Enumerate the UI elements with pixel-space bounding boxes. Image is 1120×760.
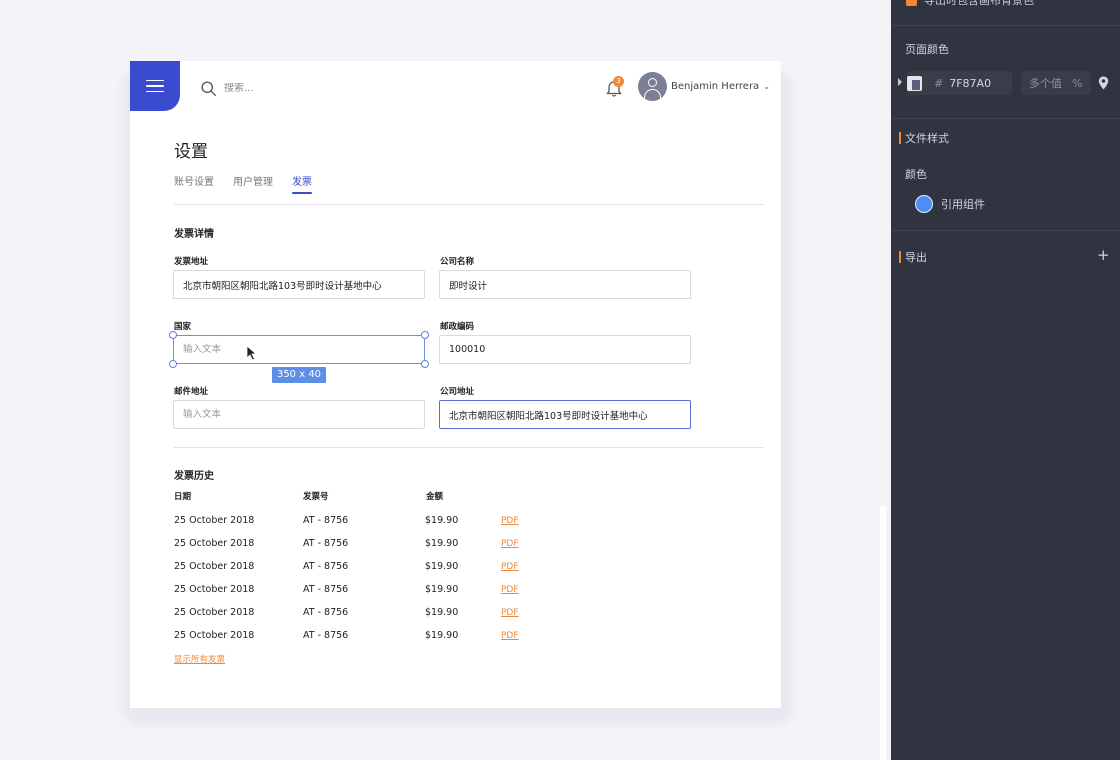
invoice-date: 25 October 2018 <box>174 630 255 641</box>
settings-tabs: 账号设置 用户管理 发票 <box>174 173 312 194</box>
column-header-invoice-number: 发票号 <box>303 492 329 502</box>
section-divider <box>174 447 764 448</box>
panel-divider <box>891 230 1120 231</box>
hex-prefix: # <box>934 76 944 90</box>
reference-component-label[interactable]: 引用组件 <box>941 196 985 212</box>
invoice-number: AT - 8756 <box>303 607 349 618</box>
invoice-address-field[interactable] <box>173 270 425 299</box>
export-background-label: 导出时包含画布背景色 <box>924 0 1034 7</box>
country-field[interactable] <box>173 335 425 364</box>
invoice-number: AT - 8756 <box>303 584 349 595</box>
opacity-value: 多个值 <box>1029 77 1062 90</box>
postal-code-label: 邮政编码 <box>440 322 475 332</box>
company-address-field[interactable] <box>439 400 691 429</box>
add-export-button[interactable]: + <box>1097 246 1110 264</box>
invoice-amount: $19.90 <box>425 538 459 549</box>
notifications-button[interactable]: 3 <box>604 76 624 99</box>
tab-user-management[interactable]: 用户管理 <box>233 173 273 188</box>
pdf-link[interactable]: PDF <box>501 516 519 526</box>
invoice-date: 25 October 2018 <box>174 584 255 595</box>
selection-size-tag: 350 x 40 <box>272 367 326 383</box>
settings-page-frame: 3 Benjamin Herrera ⌄ 设置 账号设置 用户管理 发票 发票详… <box>130 61 781 708</box>
resize-handle-bottom-right[interactable] <box>421 360 429 368</box>
search-icon <box>201 81 216 96</box>
resize-handle-bottom-left[interactable] <box>169 360 177 368</box>
pdf-link[interactable]: PDF <box>501 585 519 595</box>
invoice-history-title: 发票历史 <box>174 471 214 482</box>
invoice-number: AT - 8756 <box>303 630 349 641</box>
mouse-pointer-icon <box>246 345 258 361</box>
search-input[interactable] <box>224 83 344 94</box>
column-header-date: 日期 <box>174 492 192 502</box>
user-name: Benjamin Herrera <box>671 81 760 92</box>
design-properties-panel: 导出时包含画布背景色 页面颜色 # 7F87A0 多个值 % 文件样式 颜色 引… <box>891 0 1120 760</box>
tab-invoices[interactable]: 发票 <box>292 173 312 194</box>
export-background-option[interactable]: 导出时包含画布背景色 <box>906 0 1034 8</box>
section-marker <box>899 132 901 144</box>
search-bar[interactable] <box>200 80 344 97</box>
pdf-link[interactable]: PDF <box>501 608 519 618</box>
tabs-divider <box>174 204 764 205</box>
invoice-date: 25 October 2018 <box>174 538 255 549</box>
tab-account-settings[interactable]: 账号设置 <box>174 173 214 188</box>
panel-divider <box>891 25 1120 26</box>
notification-count-badge: 3 <box>613 76 624 87</box>
invoice-address-label: 发票地址 <box>174 257 209 267</box>
invoice-amount: $19.90 <box>425 561 459 572</box>
email-address-field[interactable] <box>173 400 425 429</box>
doc-style-heading: 文件样式 <box>905 132 949 145</box>
invoice-number: AT - 8756 <box>303 515 349 526</box>
pdf-link[interactable]: PDF <box>501 631 519 641</box>
invoice-number: AT - 8756 <box>303 538 349 549</box>
export-heading: 导出 <box>905 251 927 264</box>
country-label: 国家 <box>174 322 192 332</box>
pdf-link[interactable]: PDF <box>501 539 519 549</box>
checkbox-icon <box>906 0 917 6</box>
company-name-field[interactable] <box>439 270 691 299</box>
user-icon <box>648 78 657 87</box>
page-color-input[interactable]: # 7F87A0 <box>907 71 1012 95</box>
column-header-amount: 金额 <box>426 492 444 502</box>
reference-color-swatch[interactable] <box>915 195 933 213</box>
panel-divider <box>891 118 1120 119</box>
invoice-amount: $19.90 <box>425 630 459 641</box>
canvas-scrollbar[interactable] <box>880 506 886 760</box>
invoice-date: 25 October 2018 <box>174 515 255 526</box>
color-swatch[interactable] <box>907 75 922 91</box>
resize-handle-top-right[interactable] <box>421 331 429 339</box>
color-label: 颜色 <box>905 168 927 181</box>
invoice-date: 25 October 2018 <box>174 607 255 618</box>
postal-code-field[interactable] <box>439 335 691 364</box>
section-marker <box>899 251 901 263</box>
email-address-label: 邮件地址 <box>174 387 209 397</box>
chevron-down-icon: ⌄ <box>763 82 770 91</box>
page-title: 设置 <box>174 142 208 162</box>
show-all-invoices-link[interactable]: 显示所有发票 <box>174 653 225 665</box>
invoice-date: 25 October 2018 <box>174 561 255 572</box>
opacity-unit: % <box>1072 76 1083 90</box>
company-name-label: 公司名称 <box>440 257 475 267</box>
opacity-input[interactable]: 多个值 % <box>1021 71 1091 95</box>
expand-arrow-icon[interactable] <box>898 78 902 86</box>
company-address-label: 公司地址 <box>440 387 475 397</box>
invoice-amount: $19.90 <box>425 607 459 618</box>
invoice-details-title: 发票详情 <box>174 229 214 240</box>
pdf-link[interactable]: PDF <box>501 562 519 572</box>
user-menu[interactable]: Benjamin Herrera ⌄ <box>671 81 770 92</box>
invoice-amount: $19.90 <box>425 584 459 595</box>
menu-button[interactable] <box>130 61 180 111</box>
invoice-number: AT - 8756 <box>303 561 349 572</box>
page-color-label: 页面颜色 <box>905 43 949 56</box>
avatar[interactable] <box>638 72 667 101</box>
invoice-amount: $19.90 <box>425 515 459 526</box>
page-color-hex: 7F87A0 <box>949 76 992 90</box>
location-pin-icon[interactable] <box>1098 76 1109 90</box>
resize-handle-top-left[interactable] <box>169 331 177 339</box>
hamburger-icon <box>146 79 164 93</box>
